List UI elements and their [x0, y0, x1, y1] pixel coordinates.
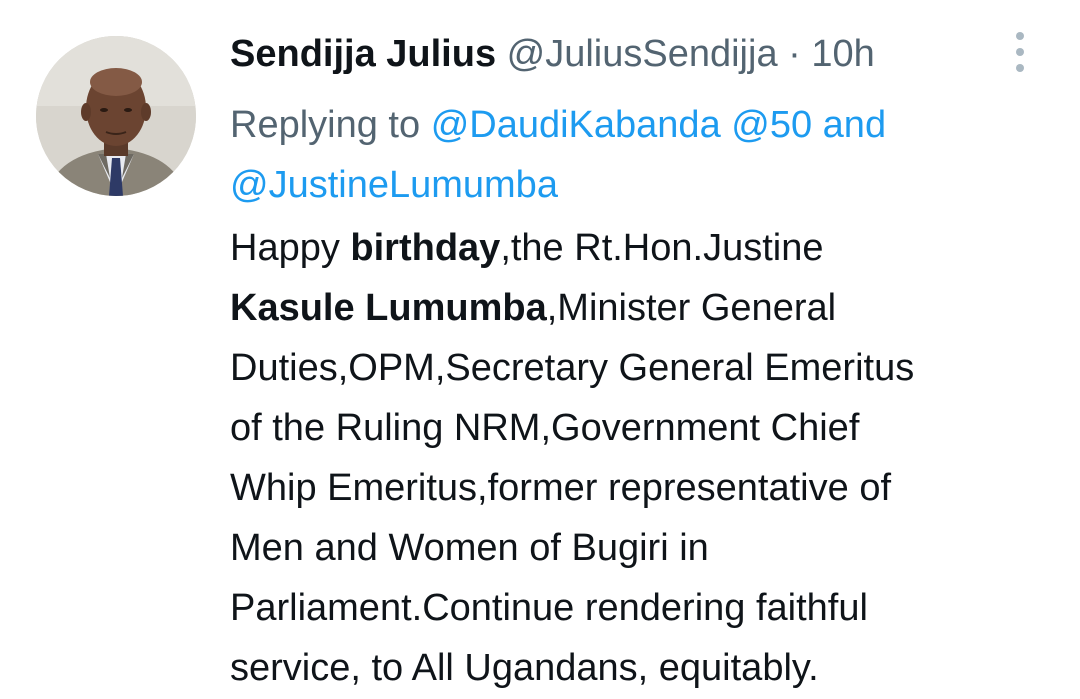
replying-to: Replying to @DaudiKabanda @50 and @Justi…: [230, 95, 1030, 215]
tweet-text-segment: Happy: [230, 227, 351, 269]
reply-and: and: [822, 104, 887, 146]
author-name[interactable]: Sendijja Julius: [230, 33, 496, 75]
author-handle[interactable]: @JuliusSendijja: [507, 33, 778, 75]
tweet-text-segment: ,Minister General: [546, 287, 837, 329]
tweet-header: Sendijja Julius @JuliusSendijja · 10h: [230, 30, 875, 78]
mention-link[interactable]: @50: [731, 104, 812, 146]
tweet-line: service, to All Ugandans, equitably.: [230, 647, 819, 689]
tweet-bold-text: birthday: [350, 227, 501, 269]
tweet-line: Men and Women of Bugiri in: [230, 527, 709, 569]
more-vertical-icon-dot: [1016, 64, 1024, 72]
reply-prefix: Replying to: [230, 104, 421, 146]
more-vertical-icon-dot: [1016, 48, 1024, 56]
tweet-time[interactable]: 10h: [811, 33, 874, 75]
tweet-line: Kasule Lumumba,Minister General: [230, 278, 1060, 338]
more-vertical-icon: [1016, 32, 1024, 40]
profile-photo-image: [36, 36, 196, 196]
tweet-line: of the Ruling NRM,Government Chief: [230, 407, 860, 449]
tweet-line: Parliament.Continue rendering faithful: [230, 587, 868, 629]
mention-link[interactable]: @DaudiKabanda: [431, 104, 721, 146]
mention-link[interactable]: @JustineLumumba: [230, 164, 558, 206]
tweet-line: Whip Emeritus,former representative of: [230, 467, 892, 509]
tweet-text-segment: ,the Rt.Hon.Justine: [500, 227, 824, 269]
separator: ·: [788, 33, 801, 75]
tweet-text: Happy birthday,the Rt.Hon.Justine Kasule…: [230, 218, 1060, 698]
tweet-line: Duties,OPM,Secretary General Emeritus: [230, 347, 915, 389]
more-options-button[interactable]: [1008, 32, 1032, 72]
tweet-bold-text: Kasule Lumumba: [230, 287, 547, 329]
avatar[interactable]: [36, 36, 196, 196]
tweet-line: Happy birthday,the Rt.Hon.Justine: [230, 218, 1060, 278]
